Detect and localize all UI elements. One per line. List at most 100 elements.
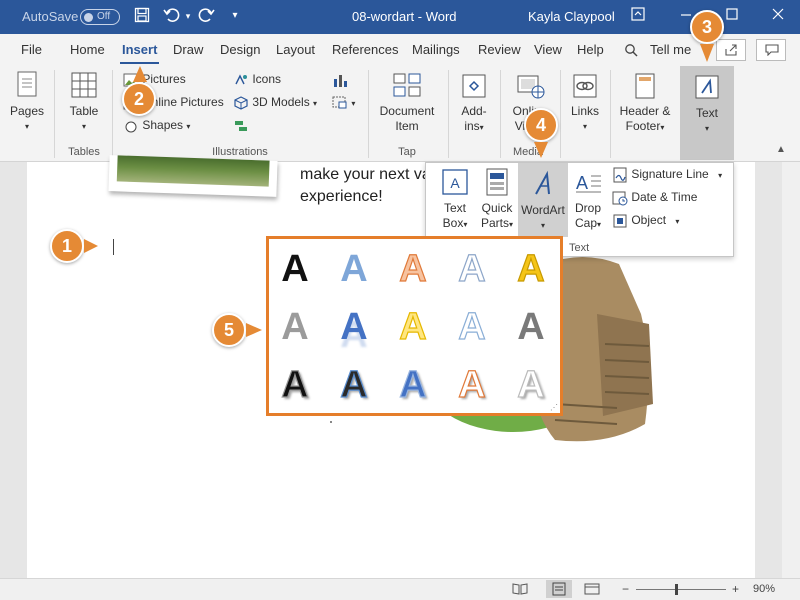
share-button[interactable] bbox=[716, 39, 746, 61]
wordart-style-6[interactable]: A bbox=[275, 305, 315, 349]
smartart-icon bbox=[235, 120, 247, 131]
document-margin-left bbox=[0, 162, 27, 578]
text-label: Text bbox=[695, 106, 718, 120]
undo-dropdown-icon[interactable]: ▾ bbox=[178, 7, 198, 25]
read-mode-icon[interactable] bbox=[512, 582, 528, 599]
web-layout-icon[interactable] bbox=[584, 582, 600, 599]
tab-help[interactable]: Help bbox=[577, 42, 604, 57]
close-icon[interactable] bbox=[768, 7, 788, 26]
customize-quick-access-icon[interactable]: ▾ bbox=[225, 7, 245, 25]
tab-layout[interactable]: Layout bbox=[276, 42, 315, 57]
photo-content bbox=[116, 155, 270, 187]
separator bbox=[112, 70, 113, 158]
shapes-label: Shapes bbox=[142, 118, 184, 132]
title-bar: AutoSave Off ▾ ▾ 08-wordart - Word Kayla… bbox=[0, 0, 800, 34]
tab-design[interactable]: Design bbox=[220, 42, 260, 57]
comments-button[interactable] bbox=[756, 39, 786, 61]
table-button[interactable]: Table ▾ bbox=[64, 70, 104, 134]
drop-cap-icon: A bbox=[576, 173, 601, 193]
online-video-icon bbox=[517, 75, 545, 99]
text-box-label-1: Text bbox=[443, 201, 466, 215]
maximize-icon[interactable] bbox=[722, 7, 742, 26]
tab-view[interactable]: View bbox=[534, 42, 562, 57]
chart-button[interactable] bbox=[332, 72, 348, 88]
signature-line-label: Signature Line bbox=[631, 167, 709, 182]
zoom-out-icon[interactable]: − bbox=[622, 582, 629, 596]
3d-models-icon bbox=[234, 96, 248, 110]
tab-mailings[interactable]: Mailings bbox=[412, 42, 460, 57]
pages-button[interactable]: Pages ▾ bbox=[8, 70, 46, 134]
zoom-in-icon[interactable]: + bbox=[732, 582, 739, 596]
save-icon[interactable] bbox=[132, 7, 152, 28]
icons-button[interactable]: Icons bbox=[233, 72, 281, 87]
wordart-style-2[interactable]: A bbox=[334, 247, 374, 291]
resize-grip-icon[interactable]: ⋰ bbox=[550, 403, 558, 412]
tab-insert[interactable]: Insert bbox=[119, 42, 160, 65]
wordart-style-10[interactable]: A bbox=[511, 305, 551, 349]
callout-3: 3 bbox=[690, 10, 724, 44]
text-icon bbox=[695, 75, 719, 99]
zoom-level[interactable]: 90% bbox=[753, 583, 775, 595]
add-ins-button[interactable]: Add- ins▾ bbox=[454, 72, 494, 135]
document-item-button[interactable]: Document Item bbox=[374, 72, 440, 134]
signature-line-button[interactable]: Signature Line ▾ bbox=[612, 167, 722, 183]
separator bbox=[500, 70, 501, 158]
ribbon-tab-bar: File Home Insert Draw Design Layout Refe… bbox=[0, 34, 800, 65]
tab-draw[interactable]: Draw bbox=[173, 42, 203, 57]
wordart-style-13[interactable]: A bbox=[393, 363, 433, 407]
collapse-ribbon-icon[interactable]: ▲ bbox=[776, 144, 786, 155]
document-item-icon bbox=[393, 73, 421, 97]
svg-text:A: A bbox=[576, 173, 588, 193]
autosave-state: Off bbox=[97, 11, 111, 22]
wordart-style-15[interactable]: A bbox=[511, 363, 551, 407]
photo-image[interactable] bbox=[108, 155, 278, 197]
autosave-toggle[interactable]: Off bbox=[80, 9, 120, 25]
ribbon-display-icon[interactable] bbox=[628, 7, 648, 26]
drop-cap-label-2: Cap▾ bbox=[574, 216, 602, 230]
tell-me-search[interactable]: Tell me bbox=[650, 42, 691, 57]
wordart-style-1[interactable]: A bbox=[275, 247, 315, 291]
zoom-slider-thumb[interactable] bbox=[675, 584, 678, 595]
print-layout-icon[interactable] bbox=[546, 580, 572, 598]
header-footer-label-2: Footer▾ bbox=[625, 119, 665, 133]
shapes-button[interactable]: Shapes ▾ bbox=[123, 118, 190, 133]
links-button[interactable]: Links ▾ bbox=[566, 72, 604, 134]
drop-cap-button[interactable]: A Drop Cap▾ bbox=[568, 167, 608, 232]
quick-parts-button[interactable]: Quick Parts▾ bbox=[476, 167, 518, 232]
smartart-button[interactable] bbox=[233, 118, 249, 133]
user-name[interactable]: Kayla Claypool bbox=[528, 9, 615, 24]
wordart-style-5[interactable]: A bbox=[511, 247, 551, 291]
object-button[interactable]: Object ▾ bbox=[612, 213, 679, 229]
header-footer-button[interactable]: Header & Footer▾ bbox=[614, 72, 676, 135]
lightbulb-icon[interactable] bbox=[624, 43, 638, 60]
text-box-label-2: Box▾ bbox=[442, 216, 468, 230]
wordart-style-12[interactable]: A bbox=[334, 363, 374, 407]
callout-3-arrow bbox=[700, 44, 714, 62]
screenshot-button[interactable]: ▾ bbox=[332, 95, 355, 110]
tab-references[interactable]: References bbox=[332, 42, 398, 57]
3d-models-button[interactable]: 3D Models ▾ bbox=[233, 95, 317, 110]
quick-parts-label-1: Quick bbox=[481, 201, 513, 215]
wordart-style-4[interactable]: A bbox=[452, 247, 492, 291]
tab-review[interactable]: Review bbox=[478, 42, 521, 57]
zoom-slider[interactable] bbox=[636, 584, 726, 595]
text-box-button[interactable]: A Text Box▾ bbox=[434, 167, 476, 232]
tab-home[interactable]: Home bbox=[70, 42, 105, 57]
document-text-line-2: experience! bbox=[300, 188, 383, 205]
wordart-style-7[interactable]: A bbox=[334, 305, 374, 349]
tab-file[interactable]: File bbox=[21, 42, 42, 57]
object-icon bbox=[613, 214, 627, 228]
date-time-button[interactable]: Date & Time bbox=[612, 190, 697, 206]
vertical-scrollbar[interactable] bbox=[782, 162, 800, 578]
document-item-label-1: Document bbox=[379, 104, 435, 118]
wordart-style-14[interactable]: A bbox=[452, 363, 492, 407]
text-button[interactable]: Text ▾ bbox=[680, 66, 734, 160]
wordart-button[interactable]: WordArt ▾ bbox=[518, 163, 568, 237]
wordart-style-11[interactable]: A bbox=[275, 363, 315, 407]
wordart-style-8[interactable]: A bbox=[393, 305, 433, 349]
header-footer-icon bbox=[635, 73, 655, 99]
wordart-style-3[interactable]: A bbox=[393, 247, 433, 291]
wordart-label: WordArt bbox=[521, 203, 565, 217]
wordart-style-9[interactable]: A bbox=[452, 305, 492, 349]
redo-icon[interactable] bbox=[196, 7, 216, 28]
